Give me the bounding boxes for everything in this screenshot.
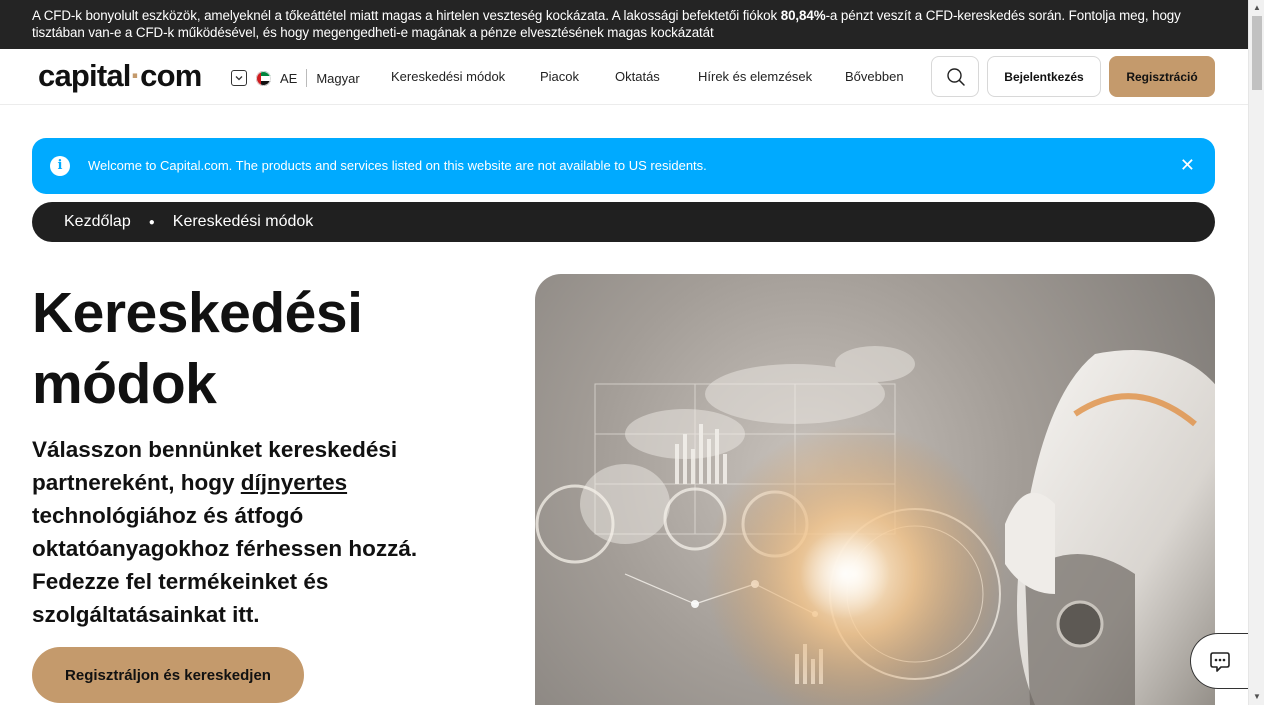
chat-button[interactable]	[1190, 633, 1248, 689]
risk-percent: 80,84%	[780, 8, 826, 23]
risk-warning-banner: A CFD-k bonyolult eszközök, amelyeknél a…	[0, 0, 1248, 49]
nav-trading-modes[interactable]: Kereskedési módok	[391, 69, 505, 84]
nav-more[interactable]: Bővebben	[845, 69, 904, 84]
nav-news-analysis[interactable]: Hírek és elemzések	[698, 69, 812, 84]
breadcrumb: Kezdőlap ● Kereskedési módok	[32, 202, 1215, 242]
register-and-trade-button[interactable]: Regisztráljon és kereskedjen	[32, 647, 304, 703]
language-divider	[306, 69, 308, 87]
us-residents-notice: i Welcome to Capital.com. The products a…	[32, 138, 1215, 194]
register-button[interactable]: Regisztráció	[1109, 56, 1215, 97]
hero-description: Válasszon bennünket kereskedési partnere…	[32, 433, 482, 631]
breadcrumb-home[interactable]: Kezdőlap	[64, 213, 131, 231]
page-title-line1: Kereskedési	[32, 281, 363, 345]
login-button[interactable]: Bejelentkezés	[987, 56, 1101, 97]
info-icon: i	[50, 156, 70, 176]
hero-text-after: technológiához és átfogó oktatóanyagokho…	[32, 503, 418, 627]
scroll-up-icon[interactable]: ▲	[1249, 0, 1264, 16]
breadcrumb-current: Kereskedési módok	[172, 213, 314, 230]
page-title: Kereskedési módok	[32, 278, 452, 420]
notice-message: Welcome to Capital.com. The products and…	[88, 158, 707, 173]
site-header: capital·com AE Magyar Kereskedési módok …	[0, 49, 1248, 105]
nav-markets[interactable]: Piacok	[540, 69, 579, 84]
search-button[interactable]	[931, 56, 979, 97]
scroll-down-icon[interactable]: ▼	[1249, 689, 1264, 705]
page-scrollbar[interactable]: ▲ ▼	[1248, 0, 1264, 705]
close-icon[interactable]: ✕	[1180, 155, 1195, 176]
page-title-line2: módok	[32, 352, 217, 416]
scrollbar-thumb[interactable]	[1252, 16, 1262, 90]
breadcrumb-separator: ●	[148, 216, 155, 228]
search-icon	[947, 68, 965, 86]
risk-text-before: A CFD-k bonyolult eszközök, amelyeknél a…	[32, 8, 781, 23]
language-label[interactable]: Magyar	[316, 71, 359, 86]
country-code: AE	[280, 70, 298, 86]
nav-education[interactable]: Oktatás	[615, 69, 660, 84]
language-selector[interactable]: AE Magyar	[231, 69, 360, 87]
award-winning-link[interactable]: díjnyertes	[241, 470, 347, 495]
robot-tech-illustration	[535, 346, 1215, 705]
chevron-down-icon[interactable]	[231, 70, 247, 86]
logo-dot: ·	[130, 58, 141, 93]
hero-image	[535, 274, 1215, 705]
chat-icon	[1210, 652, 1230, 672]
logo-text-left: capital	[38, 58, 131, 93]
uae-flag-icon	[256, 70, 271, 86]
logo-text-right: com	[140, 58, 202, 93]
capital-com-logo[interactable]: capital·com	[38, 58, 202, 94]
